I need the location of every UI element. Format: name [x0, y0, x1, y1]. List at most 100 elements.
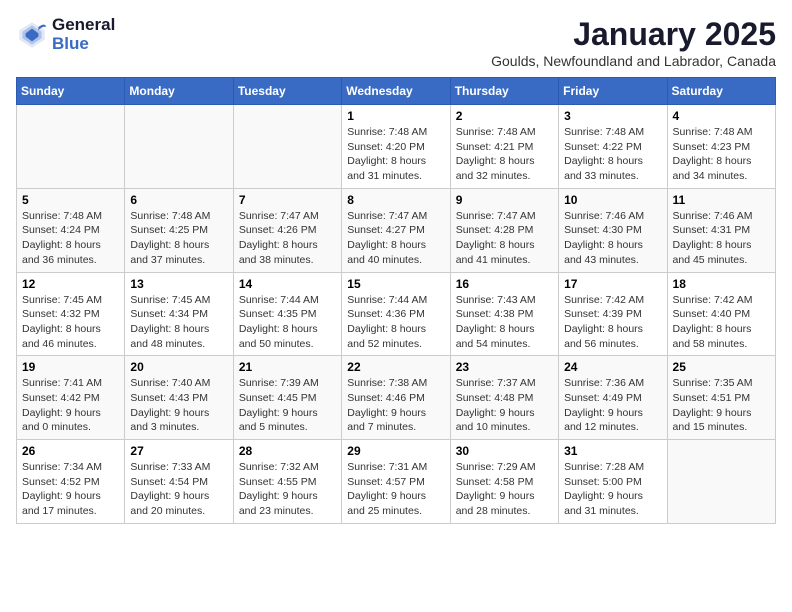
day-number: 19: [22, 360, 119, 374]
weekday-monday: Monday: [125, 78, 233, 105]
day-cell: 8 Sunrise: 7:47 AMSunset: 4:27 PMDayligh…: [342, 188, 450, 272]
day-cell: 28 Sunrise: 7:32 AMSunset: 4:55 PMDaylig…: [233, 440, 341, 524]
day-number: 17: [564, 277, 661, 291]
day-info: Sunrise: 7:45 AMSunset: 4:34 PMDaylight:…: [130, 293, 227, 352]
day-cell: 21 Sunrise: 7:39 AMSunset: 4:45 PMDaylig…: [233, 356, 341, 440]
day-number: 2: [456, 109, 553, 123]
day-info: Sunrise: 7:42 AMSunset: 4:40 PMDaylight:…: [673, 293, 770, 352]
day-cell: 9 Sunrise: 7:47 AMSunset: 4:28 PMDayligh…: [450, 188, 558, 272]
day-cell: 18 Sunrise: 7:42 AMSunset: 4:40 PMDaylig…: [667, 272, 775, 356]
day-info: Sunrise: 7:46 AMSunset: 4:30 PMDaylight:…: [564, 209, 661, 268]
day-cell: 31 Sunrise: 7:28 AMSunset: 5:00 PMDaylig…: [559, 440, 667, 524]
day-cell: 15 Sunrise: 7:44 AMSunset: 4:36 PMDaylig…: [342, 272, 450, 356]
day-info: Sunrise: 7:33 AMSunset: 4:54 PMDaylight:…: [130, 460, 227, 519]
day-number: 13: [130, 277, 227, 291]
day-number: 24: [564, 360, 661, 374]
day-info: Sunrise: 7:44 AMSunset: 4:36 PMDaylight:…: [347, 293, 444, 352]
day-cell: 27 Sunrise: 7:33 AMSunset: 4:54 PMDaylig…: [125, 440, 233, 524]
day-cell: 17 Sunrise: 7:42 AMSunset: 4:39 PMDaylig…: [559, 272, 667, 356]
weekday-wednesday: Wednesday: [342, 78, 450, 105]
day-cell: 6 Sunrise: 7:48 AMSunset: 4:25 PMDayligh…: [125, 188, 233, 272]
day-cell: 25 Sunrise: 7:35 AMSunset: 4:51 PMDaylig…: [667, 356, 775, 440]
day-number: 1: [347, 109, 444, 123]
day-cell: 2 Sunrise: 7:48 AMSunset: 4:21 PMDayligh…: [450, 105, 558, 189]
day-number: 3: [564, 109, 661, 123]
month-title: January 2025: [491, 16, 776, 53]
day-cell: 13 Sunrise: 7:45 AMSunset: 4:34 PMDaylig…: [125, 272, 233, 356]
day-number: 26: [22, 444, 119, 458]
day-cell: 12 Sunrise: 7:45 AMSunset: 4:32 PMDaylig…: [17, 272, 125, 356]
calendar-table: SundayMondayTuesdayWednesdayThursdayFrid…: [16, 77, 776, 524]
week-row-4: 19 Sunrise: 7:41 AMSunset: 4:42 PMDaylig…: [17, 356, 776, 440]
day-info: Sunrise: 7:39 AMSunset: 4:45 PMDaylight:…: [239, 376, 336, 435]
day-number: 18: [673, 277, 770, 291]
day-info: Sunrise: 7:47 AMSunset: 4:26 PMDaylight:…: [239, 209, 336, 268]
week-row-3: 12 Sunrise: 7:45 AMSunset: 4:32 PMDaylig…: [17, 272, 776, 356]
day-info: Sunrise: 7:42 AMSunset: 4:39 PMDaylight:…: [564, 293, 661, 352]
day-number: 11: [673, 193, 770, 207]
day-number: 5: [22, 193, 119, 207]
day-info: Sunrise: 7:47 AMSunset: 4:27 PMDaylight:…: [347, 209, 444, 268]
day-cell: 24 Sunrise: 7:36 AMSunset: 4:49 PMDaylig…: [559, 356, 667, 440]
day-number: 20: [130, 360, 227, 374]
day-number: 23: [456, 360, 553, 374]
logo-text: General Blue: [52, 16, 115, 53]
day-cell: 26 Sunrise: 7:34 AMSunset: 4:52 PMDaylig…: [17, 440, 125, 524]
day-info: Sunrise: 7:35 AMSunset: 4:51 PMDaylight:…: [673, 376, 770, 435]
day-number: 21: [239, 360, 336, 374]
day-cell: 5 Sunrise: 7:48 AMSunset: 4:24 PMDayligh…: [17, 188, 125, 272]
day-cell: 16 Sunrise: 7:43 AMSunset: 4:38 PMDaylig…: [450, 272, 558, 356]
day-cell: 23 Sunrise: 7:37 AMSunset: 4:48 PMDaylig…: [450, 356, 558, 440]
day-cell: [125, 105, 233, 189]
weekday-friday: Friday: [559, 78, 667, 105]
day-info: Sunrise: 7:31 AMSunset: 4:57 PMDaylight:…: [347, 460, 444, 519]
day-cell: [17, 105, 125, 189]
day-cell: 1 Sunrise: 7:48 AMSunset: 4:20 PMDayligh…: [342, 105, 450, 189]
title-area: January 2025 Goulds, Newfoundland and La…: [491, 16, 776, 69]
day-cell: 3 Sunrise: 7:48 AMSunset: 4:22 PMDayligh…: [559, 105, 667, 189]
day-info: Sunrise: 7:29 AMSunset: 4:58 PMDaylight:…: [456, 460, 553, 519]
day-info: Sunrise: 7:32 AMSunset: 4:55 PMDaylight:…: [239, 460, 336, 519]
day-number: 28: [239, 444, 336, 458]
day-info: Sunrise: 7:43 AMSunset: 4:38 PMDaylight:…: [456, 293, 553, 352]
day-info: Sunrise: 7:47 AMSunset: 4:28 PMDaylight:…: [456, 209, 553, 268]
day-number: 25: [673, 360, 770, 374]
day-number: 22: [347, 360, 444, 374]
day-number: 14: [239, 277, 336, 291]
day-cell: 14 Sunrise: 7:44 AMSunset: 4:35 PMDaylig…: [233, 272, 341, 356]
day-number: 15: [347, 277, 444, 291]
day-number: 7: [239, 193, 336, 207]
day-number: 6: [130, 193, 227, 207]
calendar-body: 1 Sunrise: 7:48 AMSunset: 4:20 PMDayligh…: [17, 105, 776, 524]
day-cell: 29 Sunrise: 7:31 AMSunset: 4:57 PMDaylig…: [342, 440, 450, 524]
day-info: Sunrise: 7:41 AMSunset: 4:42 PMDaylight:…: [22, 376, 119, 435]
day-number: 27: [130, 444, 227, 458]
day-cell: 20 Sunrise: 7:40 AMSunset: 4:43 PMDaylig…: [125, 356, 233, 440]
day-info: Sunrise: 7:48 AMSunset: 4:20 PMDaylight:…: [347, 125, 444, 184]
day-info: Sunrise: 7:48 AMSunset: 4:25 PMDaylight:…: [130, 209, 227, 268]
week-row-1: 1 Sunrise: 7:48 AMSunset: 4:20 PMDayligh…: [17, 105, 776, 189]
day-info: Sunrise: 7:48 AMSunset: 4:23 PMDaylight:…: [673, 125, 770, 184]
day-cell: [233, 105, 341, 189]
day-number: 10: [564, 193, 661, 207]
day-info: Sunrise: 7:40 AMSunset: 4:43 PMDaylight:…: [130, 376, 227, 435]
page-header: General Blue January 2025 Goulds, Newfou…: [16, 16, 776, 69]
day-number: 16: [456, 277, 553, 291]
day-number: 31: [564, 444, 661, 458]
weekday-tuesday: Tuesday: [233, 78, 341, 105]
day-cell: 11 Sunrise: 7:46 AMSunset: 4:31 PMDaylig…: [667, 188, 775, 272]
day-info: Sunrise: 7:28 AMSunset: 5:00 PMDaylight:…: [564, 460, 661, 519]
logo: General Blue: [16, 16, 115, 53]
day-info: Sunrise: 7:36 AMSunset: 4:49 PMDaylight:…: [564, 376, 661, 435]
day-info: Sunrise: 7:45 AMSunset: 4:32 PMDaylight:…: [22, 293, 119, 352]
day-cell: 4 Sunrise: 7:48 AMSunset: 4:23 PMDayligh…: [667, 105, 775, 189]
day-info: Sunrise: 7:34 AMSunset: 4:52 PMDaylight:…: [22, 460, 119, 519]
day-cell: 10 Sunrise: 7:46 AMSunset: 4:30 PMDaylig…: [559, 188, 667, 272]
weekday-sunday: Sunday: [17, 78, 125, 105]
day-cell: 22 Sunrise: 7:38 AMSunset: 4:46 PMDaylig…: [342, 356, 450, 440]
day-cell: 7 Sunrise: 7:47 AMSunset: 4:26 PMDayligh…: [233, 188, 341, 272]
day-number: 4: [673, 109, 770, 123]
day-info: Sunrise: 7:37 AMSunset: 4:48 PMDaylight:…: [456, 376, 553, 435]
day-info: Sunrise: 7:48 AMSunset: 4:22 PMDaylight:…: [564, 125, 661, 184]
day-info: Sunrise: 7:44 AMSunset: 4:35 PMDaylight:…: [239, 293, 336, 352]
